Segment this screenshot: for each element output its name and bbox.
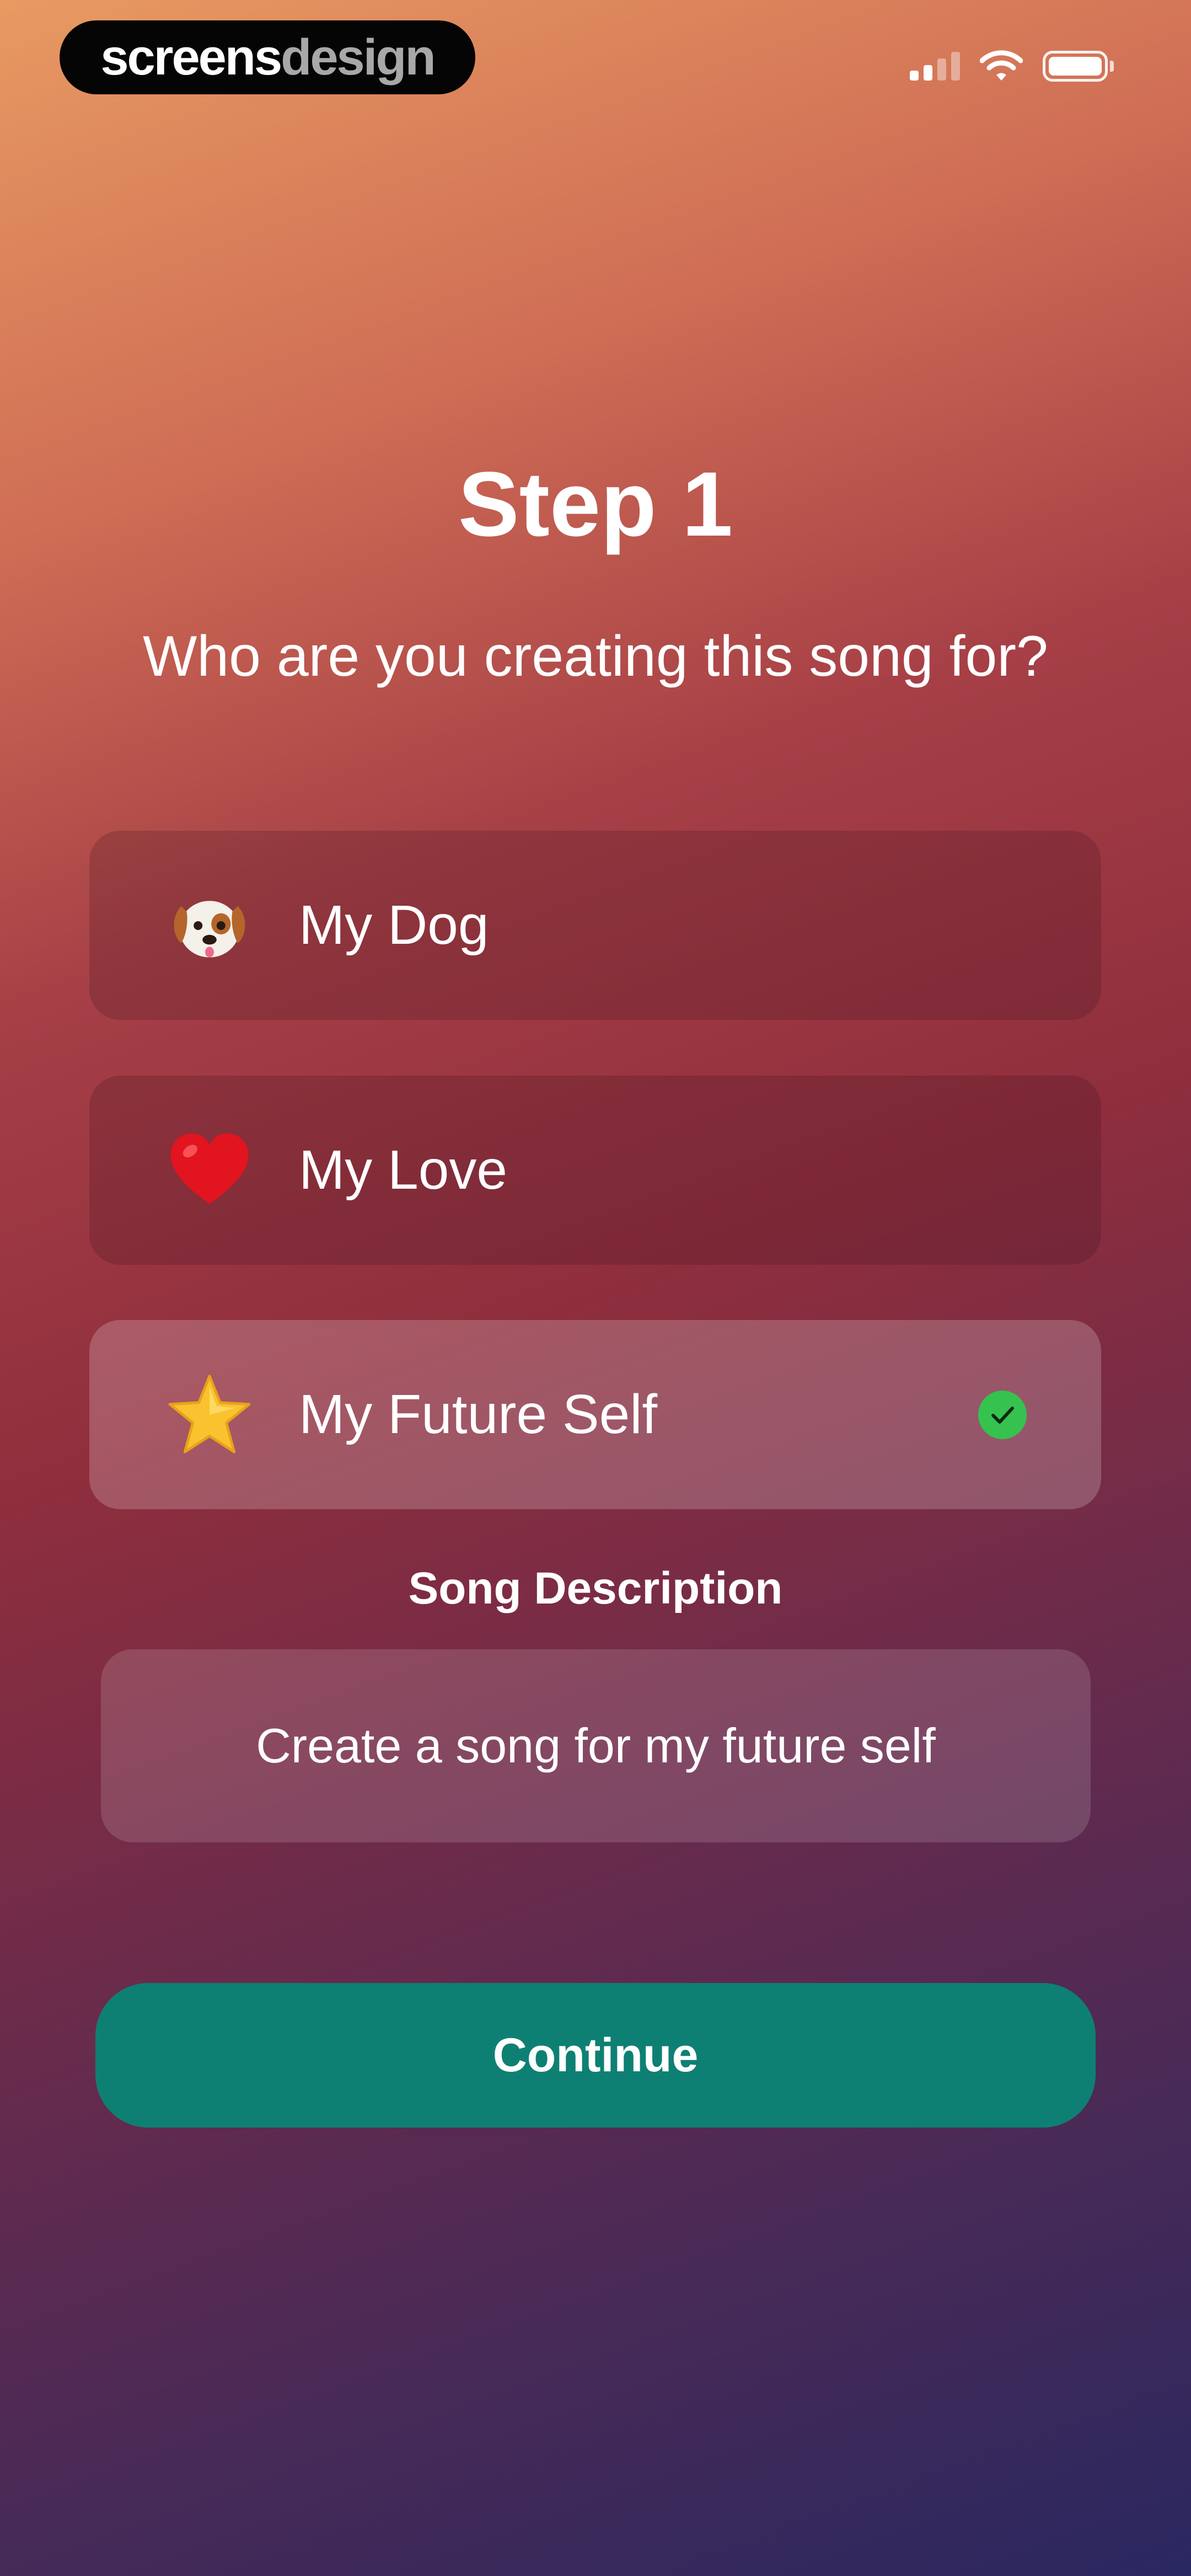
status-bar [910, 47, 1114, 85]
star-emoji [168, 1375, 251, 1453]
screensdesign-watermark: screens design [60, 20, 475, 94]
option-label: My Love [299, 1139, 507, 1201]
option-my-dog[interactable]: My Dog [89, 831, 1101, 1020]
song-description-label: Song Description [408, 1563, 783, 1613]
dog-face-emoji [174, 901, 245, 958]
song-description-field[interactable]: Create a song for my future self [101, 1649, 1091, 1842]
option-my-future-self[interactable]: My Future Self [89, 1320, 1101, 1509]
page-subtitle: Who are you creating this song for? [143, 624, 1048, 688]
option-my-love[interactable]: My Love [89, 1076, 1101, 1265]
checkmark-icon [978, 1391, 1027, 1439]
continue-button[interactable]: Continue [95, 1983, 1096, 2128]
page-title: Step 1 [458, 453, 733, 555]
wifi-icon [980, 50, 1023, 81]
watermark-part2: design [281, 29, 436, 85]
battery-icon [1043, 51, 1114, 82]
watermark-part1: screens [100, 29, 282, 85]
option-label: My Dog [299, 894, 489, 956]
red-heart-emoji [170, 1133, 249, 1204]
signal-icon [910, 52, 960, 81]
option-label: My Future Self [299, 1383, 658, 1445]
screen: screens design Step 1 Who are you creatin… [0, 0, 1191, 2576]
